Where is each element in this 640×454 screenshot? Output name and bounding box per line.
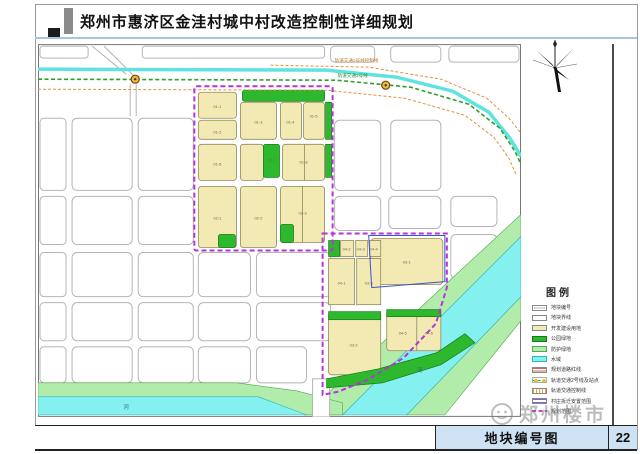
plot-label: 01-8 (300, 159, 309, 164)
rail-control-swatch (532, 388, 547, 394)
legend-item: 轨道交通2号线及站点 (532, 377, 610, 384)
plot-label: 01-6 (213, 161, 222, 166)
plot-label: 02-1 (213, 215, 222, 220)
park-green-swatch (532, 336, 547, 342)
river-label: 河 (417, 366, 423, 374)
plan-map: 轨道交通2号线控制线 轨道交通2号线 河 河 01-1 01-2 01-3 01-4 0… (38, 44, 521, 417)
plot-label: 03-1 (403, 260, 412, 265)
plan-map-canvas: 轨道交通2号线控制线 轨道交通2号线 河 河 01-1 01-2 01-3 01-4 0… (38, 44, 521, 417)
plot-boundary-swatch (532, 315, 547, 321)
plan-document-page: 郑州市惠济区金洼村城中村改造控制性详细规划 (0, 0, 640, 454)
north-arrow-icon (532, 38, 578, 96)
page-title: 郑州市惠济区金洼村城中村改造控制性详细规划 (80, 11, 414, 32)
title-bullet-bar (64, 8, 73, 34)
plot-label: 02-3 (299, 210, 308, 215)
plot-label: 01-4 (287, 119, 296, 124)
plot-label: 04-2 (343, 247, 352, 252)
plot-label: 04-6 (425, 331, 434, 336)
road-redline-swatch (532, 367, 547, 373)
plot-label: 01-2 (213, 129, 222, 134)
sheet-title-bar: 地块编号图 22 (35, 425, 637, 451)
legend-item: 地块界线 (532, 314, 610, 321)
legend-item: 规划道路红线 (532, 366, 610, 373)
plot-label: 03-5 (365, 281, 374, 286)
rail-line-label: 轨道交通2号线 (338, 72, 369, 79)
plot-label: 04-3 (357, 247, 366, 252)
development-land-swatch (532, 325, 547, 331)
plot-label: 01-5 (310, 113, 319, 118)
page-number-cell: 22 (609, 426, 637, 449)
legend-title: 图例 (546, 284, 610, 299)
plot-label: 04-4 (370, 247, 379, 252)
village-range-swatch (532, 398, 547, 404)
sheet-column-divider (612, 44, 614, 425)
title-bar-spacer (35, 426, 436, 449)
plot-label: 01-3 (254, 119, 263, 124)
plot-label: 04-1 (338, 281, 347, 286)
plot-number-swatch (532, 305, 547, 311)
plot-label: 01-7 (267, 157, 276, 162)
plot-label: 04-5 (399, 331, 408, 336)
river-water-bottom (38, 397, 307, 415)
legend: 图例 地块编号 地块界线 开发建设用地 公园绿地 防护绿地 水域 规划道路红线 … (532, 284, 610, 418)
plot-label: 03-2 (350, 343, 359, 348)
legend-item: 规划范围 (532, 408, 610, 415)
river-label: 河 (123, 403, 129, 411)
legend-item: 地块编号 (532, 304, 610, 311)
legend-item: 公园绿地 (532, 335, 610, 342)
plot-label: 01-1 (213, 104, 222, 109)
planning-scope-swatch (532, 408, 547, 414)
rail-control-label: 轨道交通2号线控制线 (335, 57, 379, 64)
protective-green-swatch (532, 346, 547, 352)
legend-item: 村庄拆迁安置范围 (532, 398, 610, 405)
sheet-name-cell: 地块编号图 (436, 426, 609, 449)
rail-line-swatch (532, 377, 547, 383)
water-swatch (532, 356, 547, 362)
legend-item: 防护绿地 (532, 346, 610, 353)
legend-item: 轨道交通控制线 (532, 387, 610, 394)
legend-item: 水域 (532, 356, 610, 363)
legend-item: 开发建设用地 (532, 325, 610, 332)
plot-cluster-1 (198, 92, 324, 247)
plot-label: 02-2 (254, 215, 263, 220)
